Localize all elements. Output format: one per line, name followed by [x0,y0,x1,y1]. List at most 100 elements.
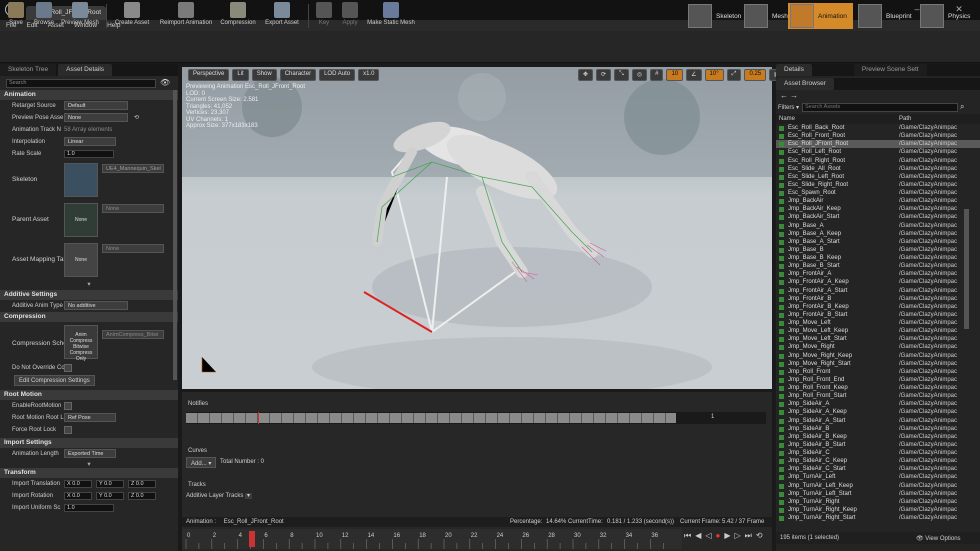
back-arrow-icon[interactable]: ← [780,91,788,100]
asset-row[interactable]: Jmp_FrontAir_A_Keep/Game/ClazyAnimpac [776,278,980,286]
translation-z-input[interactable]: Z 0.0 [128,480,156,488]
interpolation-select[interactable]: Linear [64,137,116,146]
preview-pose-select[interactable]: None [64,113,128,122]
tab-preview-scene[interactable]: Preview Scene Sett [853,64,927,76]
asset-row[interactable]: Jmp_BackAir/Game/ClazyAnimpac [776,197,980,205]
scrub-bar[interactable]: 0 2 4 6 8 10 12 14 16 18 20 22 24 26 28 30 32 34 36 [182,529,682,549]
asset-row[interactable]: Jmp_TurnAir_Right_Keep/Game/ClazyAnimpac [776,506,980,514]
asset-row[interactable]: Jmp_TurnAir_Right/Game/ClazyAnimpac [776,498,980,506]
asset-row[interactable]: Jmp_Base_A/Game/ClazyAnimpac [776,222,980,230]
browse-asset-icon[interactable]: ⟲ [134,114,139,121]
apply-button[interactable]: Apply [338,1,362,31]
asset-row[interactable]: Esc_Slide_All_Root/Game/ClazyAnimpac [776,165,980,173]
asset-row[interactable]: Esc_Roll_Back_Root/Game/ClazyAnimpac [776,124,980,132]
asset-row[interactable]: Jmp_Roll_Front/Game/ClazyAnimpac [776,368,980,376]
eye-icon[interactable]: 👁 [160,78,170,87]
asset-row[interactable]: Jmp_SideAir_A_Start/Game/ClazyAnimpac [776,417,980,425]
parent-asset-select[interactable]: None [102,204,164,213]
translate-icon[interactable]: ✥ [578,69,594,81]
asset-row[interactable]: Jmp_SideAir_C/Game/ClazyAnimpac [776,449,980,457]
asset-row[interactable]: Jmp_Move_Right/Game/ClazyAnimpac [776,343,980,351]
column-path-header[interactable]: Path [899,116,911,122]
asset-row[interactable]: Jmp_SideAir_C_Start/Game/ClazyAnimpac [776,465,980,473]
scale-snap-value[interactable]: 0.25 [744,69,767,81]
rotation-z-input[interactable]: Z 0.0 [128,492,156,500]
asset-row[interactable]: Jmp_Roll_Front_End/Game/ClazyAnimpac [776,376,980,384]
asset-row[interactable]: Jmp_Move_Right_Keep/Game/ClazyAnimpac [776,352,980,360]
asset-row[interactable]: Jmp_FrontAir_B/Game/ClazyAnimpac [776,295,980,303]
asset-row[interactable]: Jmp_Move_Left/Game/ClazyAnimpac [776,319,980,327]
scale-icon[interactable]: ⤡ [614,69,629,81]
mode-mesh[interactable]: Mesh [744,3,794,29]
asset-row[interactable]: Jmp_Base_A_Keep/Game/ClazyAnimpac [776,230,980,238]
section-transform[interactable]: Transform [0,468,178,478]
section-root-motion[interactable]: Root Motion [0,390,178,400]
asset-row[interactable]: Jmp_SideAir_A_Keep/Game/ClazyAnimpac [776,408,980,416]
save-button[interactable]: Save [4,1,28,31]
forward-arrow-icon[interactable]: → [790,91,798,100]
asset-row[interactable]: Jmp_BackAir_Keep/Game/ClazyAnimpac [776,205,980,213]
section-additive[interactable]: Additive Settings [0,290,178,300]
asset-row[interactable]: Jmp_TurnAir_Left/Game/ClazyAnimpac [776,473,980,481]
asset-row[interactable]: Esc_Roll_Front_Root/Game/ClazyAnimpac [776,132,980,140]
record-icon[interactable]: ● [716,531,721,541]
perspective-button[interactable]: Perspective [188,69,230,81]
asset-row[interactable]: Esc_Roll_JFront_Root/Game/ClazyAnimpac [776,140,980,149]
mode-physics[interactable]: Physics [920,3,976,29]
playback-speed-button[interactable]: x1.0 [358,69,380,81]
step-forward-icon[interactable]: ▷ [735,531,741,541]
rotation-snap-icon[interactable]: ∠ [686,69,702,81]
asset-row[interactable]: Jmp_Move_Left_Keep/Game/ClazyAnimpac [776,327,980,335]
preview-mesh-button[interactable]: Preview Mesh [60,1,100,31]
section-animation[interactable]: Animation [0,90,178,100]
retarget-source-select[interactable]: Default [64,101,128,110]
filters-button[interactable]: Filters ▾ [778,104,799,111]
asset-row[interactable]: Jmp_TurnAir_Left_Keep/Game/ClazyAnimpac [776,482,980,490]
expand-chevron-icon[interactable]: ▾ [0,460,178,468]
asset-row[interactable]: Jmp_Base_B_Start/Game/ClazyAnimpac [776,262,980,270]
play-icon[interactable]: ▶ [724,531,730,541]
asset-row[interactable]: Jmp_SideAir_C_Keep/Game/ClazyAnimpac [776,457,980,465]
rotation-snap-value[interactable]: 10° [704,69,724,81]
asset-row[interactable]: Jmp_FrontAir_A/Game/ClazyAnimpac [776,270,980,278]
translation-x-input[interactable]: X 0.0 [64,480,92,488]
asset-row[interactable]: Jmp_Roll_Front_Keep/Game/ClazyAnimpac [776,384,980,392]
expand-chevron-icon[interactable]: ▾ [0,280,178,290]
create-asset-button[interactable]: Create Asset [112,1,152,31]
rotate-icon[interactable]: ⟳ [596,69,612,81]
tab-asset-details[interactable]: Asset Details [58,64,113,76]
asset-row[interactable]: Jmp_Move_Right_Start/Game/ClazyAnimpac [776,360,980,368]
asset-row[interactable]: Jmp_Roll_Front_Start/Game/ClazyAnimpac [776,392,980,400]
root-lock-select[interactable]: Ref Pose [64,413,116,422]
additive-type-select[interactable]: No additive [64,301,128,310]
reimport-animation-button[interactable]: Reimport Animation [158,1,214,31]
step-back-icon[interactable]: ◀ [695,531,701,541]
asset-row[interactable]: Jmp_Base_B/Game/ClazyAnimpac [776,246,980,254]
rotation-x-input[interactable]: X 0.0 [64,492,92,500]
asset-row[interactable]: Jmp_Move_Left_Start/Game/ClazyAnimpac [776,335,980,343]
mode-animation[interactable]: Animation [788,3,853,29]
asset-row[interactable]: Jmp_FrontAir_B_Start/Game/ClazyAnimpac [776,311,980,319]
grid-snap-value[interactable]: 10 [666,69,684,81]
lit-button[interactable]: Lit [232,69,249,81]
key-button[interactable]: Key [314,1,334,31]
skip-end-icon[interactable]: ⏭ [745,531,752,541]
scale-snap-icon[interactable]: ⤢ [726,69,742,81]
notifies-track[interactable]: 1 [186,412,766,424]
asset-row[interactable]: Esc_Slide_Left_Root/Game/ClazyAnimpac [776,173,980,181]
asset-row[interactable]: Jmp_FrontAir_A_Start/Game/ClazyAnimpac [776,287,980,295]
asset-mapping-select[interactable]: None [102,244,164,253]
additive-tracks-dropdown-icon[interactable]: ▾ [245,493,253,499]
world-icon[interactable]: ◎ [631,69,648,81]
asset-row[interactable]: Jmp_FrontAir_B_Keep/Game/ClazyAnimpac [776,303,980,311]
lod-button[interactable]: LOD Auto [319,69,356,81]
view-options-button[interactable]: 👁 View Options [916,535,961,542]
details-scrollbar[interactable] [173,90,177,380]
asset-row[interactable]: Esc_Roll_Left_Root/Game/ClazyAnimpac [776,148,980,156]
asset-row[interactable]: Esc_Roll_Right_Root/Game/ClazyAnimpac [776,157,980,165]
export-asset-button[interactable]: Export Asset [262,1,302,31]
enable-root-motion-checkbox[interactable] [64,402,72,410]
asset-row[interactable]: Jmp_Base_A_Start/Game/ClazyAnimpac [776,238,980,246]
asset-row[interactable]: Esc_Slide_Right_Root/Game/ClazyAnimpac [776,181,980,189]
browse-button[interactable]: Browse [30,1,58,31]
